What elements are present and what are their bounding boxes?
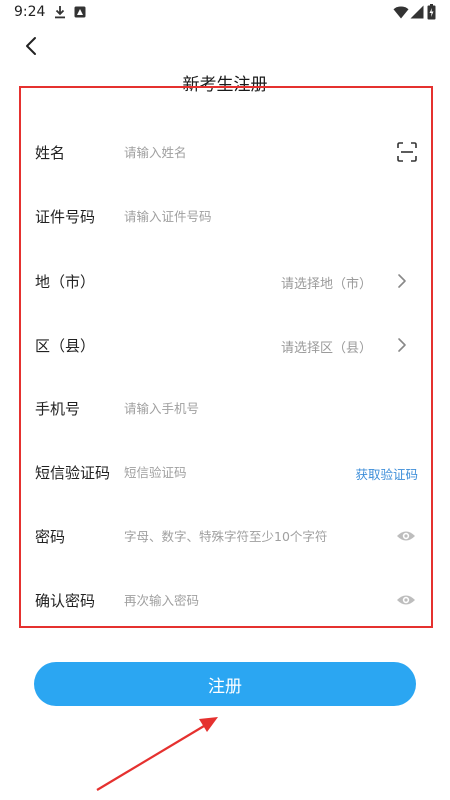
- status-time: 9:24: [14, 4, 46, 20]
- app-notification-icon: [74, 6, 86, 18]
- back-button[interactable]: [20, 34, 44, 58]
- annotation-highlight-box: [19, 86, 433, 628]
- status-bar: 9:24: [0, 0, 450, 26]
- download-icon: [55, 6, 65, 19]
- chevron-left-icon: [26, 37, 36, 55]
- signal-icon: [410, 5, 424, 19]
- register-button[interactable]: 注册: [34, 662, 416, 706]
- battery-icon: [427, 4, 436, 20]
- wifi-icon: [393, 6, 409, 19]
